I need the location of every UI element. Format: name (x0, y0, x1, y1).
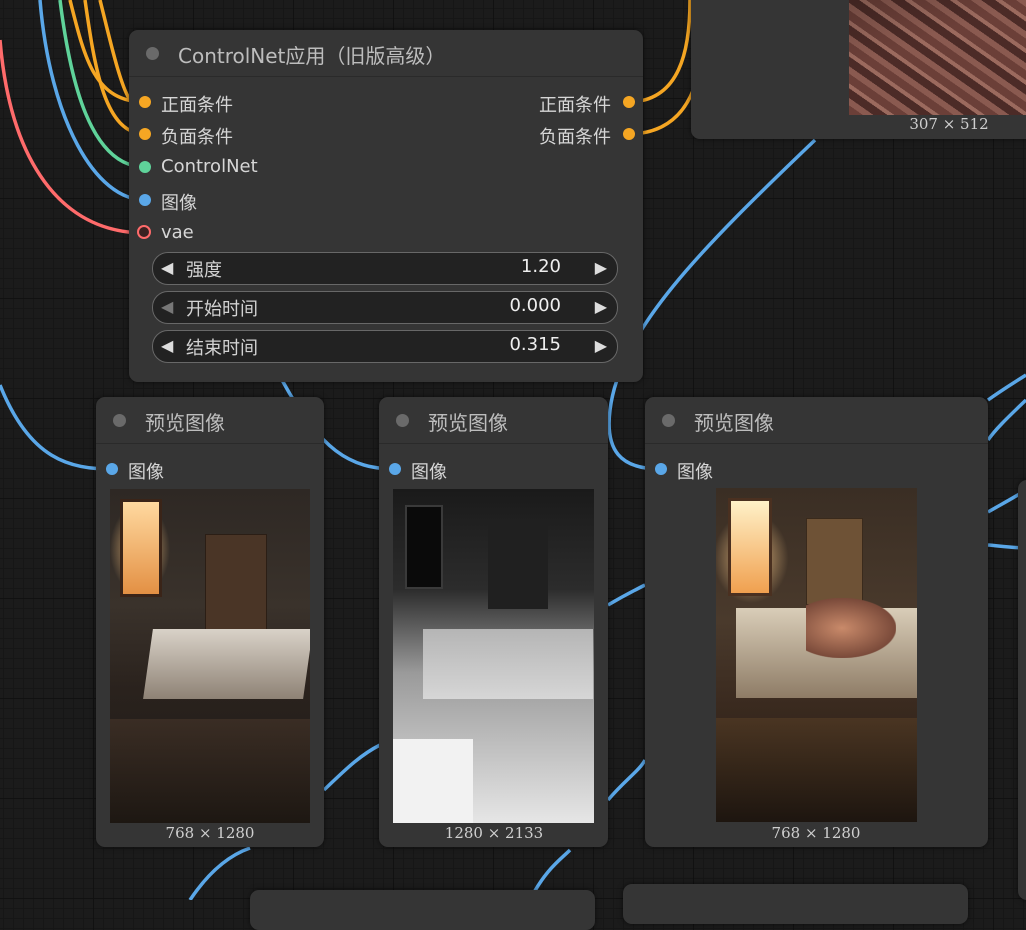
offscreen-node-bottom-left[interactable] (250, 890, 595, 930)
controlnet-input-label: ControlNet (161, 156, 258, 177)
vae-input-dot-icon[interactable] (137, 225, 151, 239)
offscreen-node-bottom-right[interactable] (623, 884, 968, 924)
floor-shape (110, 719, 310, 823)
strength-widget[interactable]: ◀ 强度 1.20 ▶ (152, 252, 618, 285)
collapse-dot-icon[interactable] (662, 414, 675, 427)
dresser-shape (488, 519, 548, 609)
image-input-label: 图像 (161, 193, 197, 214)
dresser-shape (205, 534, 267, 631)
widget-label: 强度 (186, 260, 222, 281)
node-header[interactable]: 预览图像 (96, 397, 324, 444)
widget-value: 0.315 (509, 334, 561, 355)
image-input-dot-icon[interactable] (389, 463, 401, 475)
link-image-h (607, 583, 646, 607)
start-percent-widget[interactable]: ◀ 开始时间 0.000 ▶ (152, 291, 618, 324)
image-input-label: 图像 (411, 462, 447, 483)
preview-image (110, 489, 310, 823)
negative-output-label: 负面条件 (539, 127, 611, 148)
node-header[interactable]: 预览图像 (379, 397, 608, 444)
preview-image-node-2[interactable]: 预览图像 图像 1280 × 2133 (379, 397, 608, 847)
bed-shape (423, 629, 593, 699)
end-percent-widget[interactable]: ◀ 结束时间 0.315 ▶ (152, 330, 618, 363)
top-preview-size: 307 × 512 (909, 115, 989, 133)
top-preview-node[interactable]: 307 × 512 (691, 0, 1026, 139)
widget-label: 开始时间 (186, 299, 258, 320)
figure-shape (806, 598, 896, 658)
increment-arrow-icon[interactable]: ▶ (595, 297, 607, 316)
node-title: 预览图像 (145, 411, 225, 435)
decrement-arrow-icon[interactable]: ◀ (161, 297, 173, 316)
increment-arrow-icon[interactable]: ▶ (595, 258, 607, 277)
controlnet-apply-node[interactable]: ControlNet应用（旧版高级） 正面条件 负面条件 ControlNet … (129, 30, 643, 382)
depth-map-image (393, 489, 594, 823)
collapse-dot-icon[interactable] (113, 414, 126, 427)
window-shape (120, 499, 162, 597)
node-title: ControlNet应用（旧版高级） (178, 44, 446, 68)
top-preview-image (849, 0, 1026, 115)
vae-input-label: vae (161, 222, 194, 243)
node-title: 预览图像 (428, 411, 508, 435)
positive-output-label: 正面条件 (539, 95, 611, 116)
positive-output-dot-icon[interactable] (623, 96, 635, 108)
image-size-label: 768 × 1280 (771, 824, 861, 842)
negative-input-dot-icon[interactable] (139, 128, 151, 140)
widget-value: 1.20 (520, 256, 561, 277)
preview-image-node-3[interactable]: 预览图像 图像 768 × 1280 (645, 397, 988, 847)
offscreen-node-right[interactable] (1018, 480, 1026, 900)
image-input-label: 图像 (128, 462, 164, 483)
collapse-dot-icon[interactable] (146, 47, 159, 60)
image-size-label: 1280 × 2133 (444, 824, 544, 842)
bed-shape (143, 629, 310, 699)
node-title: 预览图像 (694, 411, 774, 435)
image-input-dot-icon[interactable] (139, 194, 151, 206)
decrement-arrow-icon[interactable]: ◀ (161, 258, 173, 277)
dresser-shape (806, 518, 863, 605)
window-shape (728, 498, 772, 596)
widget-label: 结束时间 (186, 338, 258, 359)
link-image-k (188, 846, 251, 900)
decrement-arrow-icon[interactable]: ◀ (161, 336, 173, 355)
desk-shape (393, 739, 473, 823)
node-header[interactable]: ControlNet应用（旧版高级） (129, 30, 643, 77)
increment-arrow-icon[interactable]: ▶ (595, 336, 607, 355)
preview-image-node-1[interactable]: 预览图像 图像 768 × 1280 (96, 397, 324, 847)
positive-input-label: 正面条件 (161, 95, 233, 116)
negative-output-dot-icon[interactable] (623, 128, 635, 140)
link-image-j (606, 759, 647, 802)
positive-input-dot-icon[interactable] (139, 96, 151, 108)
link-image-i (322, 743, 381, 792)
image-size-label: 768 × 1280 (165, 824, 255, 842)
floor-shape (716, 718, 917, 822)
collapse-dot-icon[interactable] (396, 414, 409, 427)
node-header[interactable]: 预览图像 (645, 397, 988, 444)
negative-input-label: 负面条件 (161, 127, 233, 148)
image-input-label: 图像 (677, 462, 713, 483)
controlnet-input-dot-icon[interactable] (139, 161, 151, 173)
preview-image (716, 488, 917, 822)
widget-value: 0.000 (509, 295, 561, 316)
image-input-dot-icon[interactable] (106, 463, 118, 475)
link-image-e (986, 398, 1026, 442)
window-shape (405, 505, 443, 589)
image-input-dot-icon[interactable] (655, 463, 667, 475)
link-image-d (986, 373, 1026, 402)
